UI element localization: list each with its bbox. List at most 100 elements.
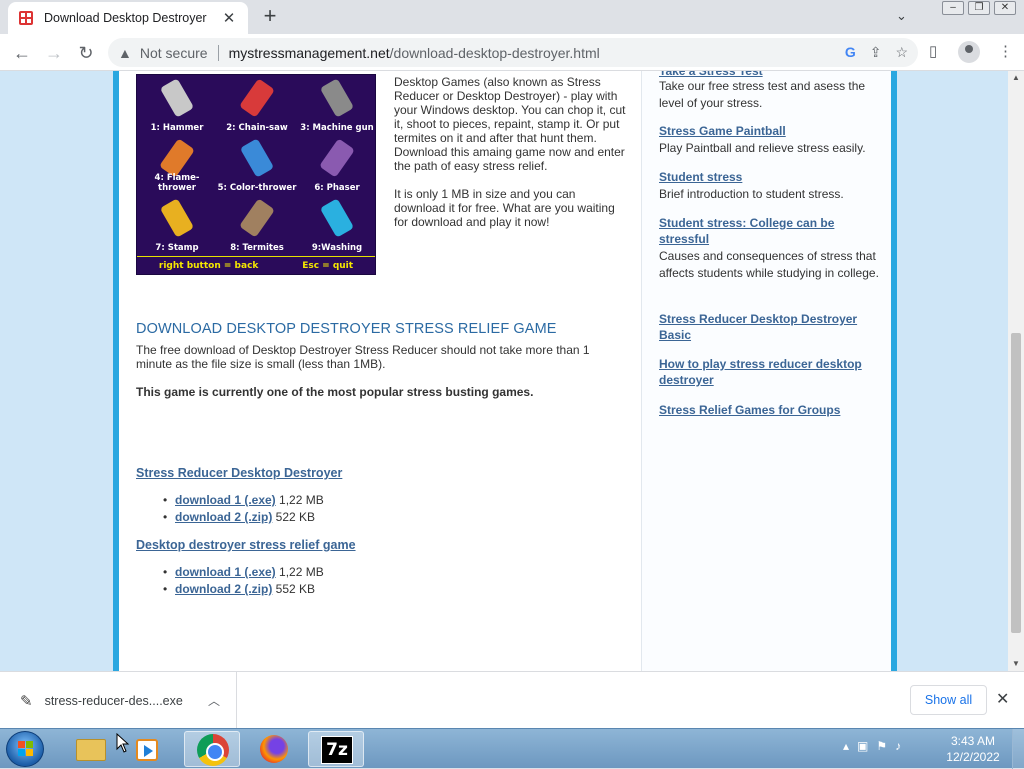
- close-shelf-icon[interactable]: ✕: [996, 689, 1009, 709]
- main-column: 1: Hammer 2: Chain-saw 3: Machine gun 4: Fl…: [119, 71, 641, 671]
- tool-icon: [159, 198, 195, 238]
- media-player-icon: [136, 739, 158, 761]
- scroll-thumb[interactable]: [1011, 333, 1021, 633]
- download-item: download 2 (.zip) 522 KB: [163, 509, 324, 526]
- tool-cell: 6: Phaser: [297, 135, 377, 195]
- intro-paragraph-1: Desktop Games (also known as Stress Redu…: [394, 75, 626, 173]
- download-item: download 1 (.exe) 1,22 MB: [163, 564, 324, 581]
- download-link[interactable]: download 2 (.zip): [175, 510, 272, 524]
- window-controls: – ❐ ✕: [942, 1, 1016, 15]
- not-secure-label[interactable]: Not secure: [140, 45, 208, 61]
- show-desktop-button[interactable]: [1012, 729, 1024, 769]
- menu-kebab-icon[interactable]: ⋮: [998, 42, 1013, 60]
- download-group-title[interactable]: Stress Reducer Desktop Destroyer: [136, 466, 342, 480]
- tool-icon: [159, 138, 195, 178]
- download-size: 552 KB: [275, 582, 316, 596]
- firefox-icon: [260, 735, 288, 763]
- close-window-icon[interactable]: ✕: [994, 1, 1016, 15]
- scroll-up-icon[interactable]: ▲: [1008, 71, 1024, 85]
- download-item: download 1 (.exe) 1,22 MB: [163, 492, 324, 509]
- new-tab-button[interactable]: +: [258, 5, 282, 29]
- page-scrollbar[interactable]: ▲ ▼: [1008, 71, 1024, 671]
- restore-icon[interactable]: ❐: [968, 1, 990, 15]
- show-all-button[interactable]: Show all: [910, 685, 987, 715]
- seven-zip-icon: 7z: [321, 736, 353, 764]
- tool-cell: 2: Chain-saw: [217, 75, 297, 135]
- download-list: download 1 (.exe) 1,22 MB download 2 (.z…: [163, 564, 324, 598]
- scroll-down-icon[interactable]: ▼: [1008, 657, 1024, 671]
- sidebar-link[interactable]: Student stress: [659, 169, 879, 185]
- desktop-destroyer-tools-image: 1: Hammer 2: Chain-saw 3: Machine gun 4: Fl…: [136, 74, 376, 275]
- address-bar[interactable]: ▲ Not secure mystressmanagement.net/down…: [108, 38, 918, 67]
- download-shelf-item[interactable]: ✎ stress-reducer-des....exe ︿: [0, 672, 237, 729]
- system-tray: ▴ ▣ ⚑ ♪: [843, 739, 901, 753]
- image-footer-quit: Esc = quit: [302, 260, 354, 271]
- tool-cell: 1: Hammer: [137, 75, 217, 135]
- download-shelf: ✎ stress-reducer-des....exe ︿ Show all ✕: [0, 671, 1024, 729]
- tab-search-icon[interactable]: ⌄: [896, 8, 907, 24]
- tool-icon: [159, 78, 195, 118]
- sidebar-link[interactable]: How to play stress reducer desktop destr…: [659, 356, 879, 388]
- google-lens-icon[interactable]: G: [845, 44, 856, 61]
- tab-title: Download Desktop Destroyer: [44, 11, 207, 25]
- download-size: 522 KB: [275, 510, 316, 524]
- sidebar-desc: Take our free stress test and asess the …: [659, 79, 866, 110]
- sidebar-link[interactable]: Stress Game Paintball: [659, 123, 879, 139]
- sidebar-desc: Brief introduction to student stress.: [659, 187, 844, 201]
- download-size: 1,22 MB: [279, 493, 324, 507]
- windows-taskbar: 7z ▴ ▣ ⚑ ♪ 3:43 AM 12/2/2022: [0, 728, 1024, 769]
- intro-paragraph-2: It is only 1 MB in size and you can down…: [394, 187, 615, 229]
- tab-strip: Download Desktop Destroyer ✕ + ⌄ – ❐ ✕: [0, 0, 1024, 34]
- tab-active[interactable]: Download Desktop Destroyer ✕: [8, 2, 248, 34]
- download-link[interactable]: download 1 (.exe): [175, 565, 276, 579]
- chrome-icon: [197, 734, 229, 766]
- section-bold-note: This game is currently one of the most p…: [136, 385, 534, 399]
- chevron-up-icon[interactable]: ︿: [208, 692, 220, 709]
- taskbar-clock[interactable]: 3:43 AM 12/2/2022: [940, 733, 1006, 765]
- sidebar-link[interactable]: Student stress: College can be stressful: [659, 215, 879, 247]
- tool-label: 6: Phaser: [314, 183, 360, 193]
- minimize-icon[interactable]: –: [942, 1, 964, 15]
- tool-cell: 5: Color-thrower: [217, 135, 297, 195]
- tool-label: 5: Color-thrower: [217, 183, 297, 193]
- volume-icon[interactable]: ♪: [895, 739, 901, 753]
- bookmark-star-icon[interactable]: ☆: [895, 44, 908, 61]
- sidebar-link[interactable]: Stress Reducer Desktop Destroyer Basic: [659, 311, 879, 343]
- share-icon[interactable]: ⇪: [870, 44, 882, 61]
- taskbar-firefox[interactable]: [246, 731, 302, 767]
- forward-icon[interactable]: →: [42, 41, 66, 65]
- intro-text: Desktop Games (also known as Stress Redu…: [394, 75, 629, 243]
- download-link[interactable]: download 1 (.exe): [175, 493, 276, 507]
- download-file-name: stress-reducer-des....exe: [44, 693, 183, 708]
- tool-icon: [319, 78, 355, 118]
- reload-icon[interactable]: ↻: [74, 41, 98, 65]
- taskbar-chrome[interactable]: [184, 731, 240, 767]
- tool-label: 9:Washing: [311, 243, 363, 253]
- sidebar-link[interactable]: Stress Relief Games for Groups: [659, 402, 879, 418]
- download-link[interactable]: download 2 (.zip): [175, 582, 272, 596]
- tool-label: 3: Machine gun: [300, 123, 374, 133]
- action-center-icon[interactable]: ⚑: [876, 739, 887, 753]
- warning-icon[interactable]: ▲: [118, 45, 132, 61]
- download-item: download 2 (.zip) 552 KB: [163, 581, 324, 598]
- tool-label: 2: Chain-saw: [226, 123, 288, 133]
- network-icon[interactable]: ▣: [857, 739, 868, 753]
- tool-icon: [319, 138, 355, 178]
- image-footer-back: right button = back: [158, 260, 259, 271]
- side-panel-icon[interactable]: ▯: [929, 42, 937, 60]
- profile-avatar-icon[interactable]: [958, 41, 980, 63]
- taskbar-7zip[interactable]: 7z: [308, 731, 364, 767]
- taskbar-explorer[interactable]: [62, 731, 118, 767]
- taskbar-media-player[interactable]: [130, 731, 186, 767]
- sidebar-desc: Causes and consequences of stress that a…: [659, 249, 879, 280]
- tool-cell: 9:Washing: [297, 195, 377, 255]
- tool-icon: [319, 198, 355, 238]
- executable-file-icon: ✎: [20, 692, 33, 710]
- tab-close-icon[interactable]: ✕: [220, 9, 238, 27]
- tray-expand-icon[interactable]: ▴: [843, 739, 849, 753]
- download-group-title[interactable]: Desktop destroyer stress relief game: [136, 538, 356, 552]
- clock-date: 12/2/2022: [946, 750, 1000, 764]
- download-size: 1,22 MB: [279, 565, 324, 579]
- back-icon[interactable]: ←: [10, 41, 34, 65]
- start-button[interactable]: [6, 731, 44, 767]
